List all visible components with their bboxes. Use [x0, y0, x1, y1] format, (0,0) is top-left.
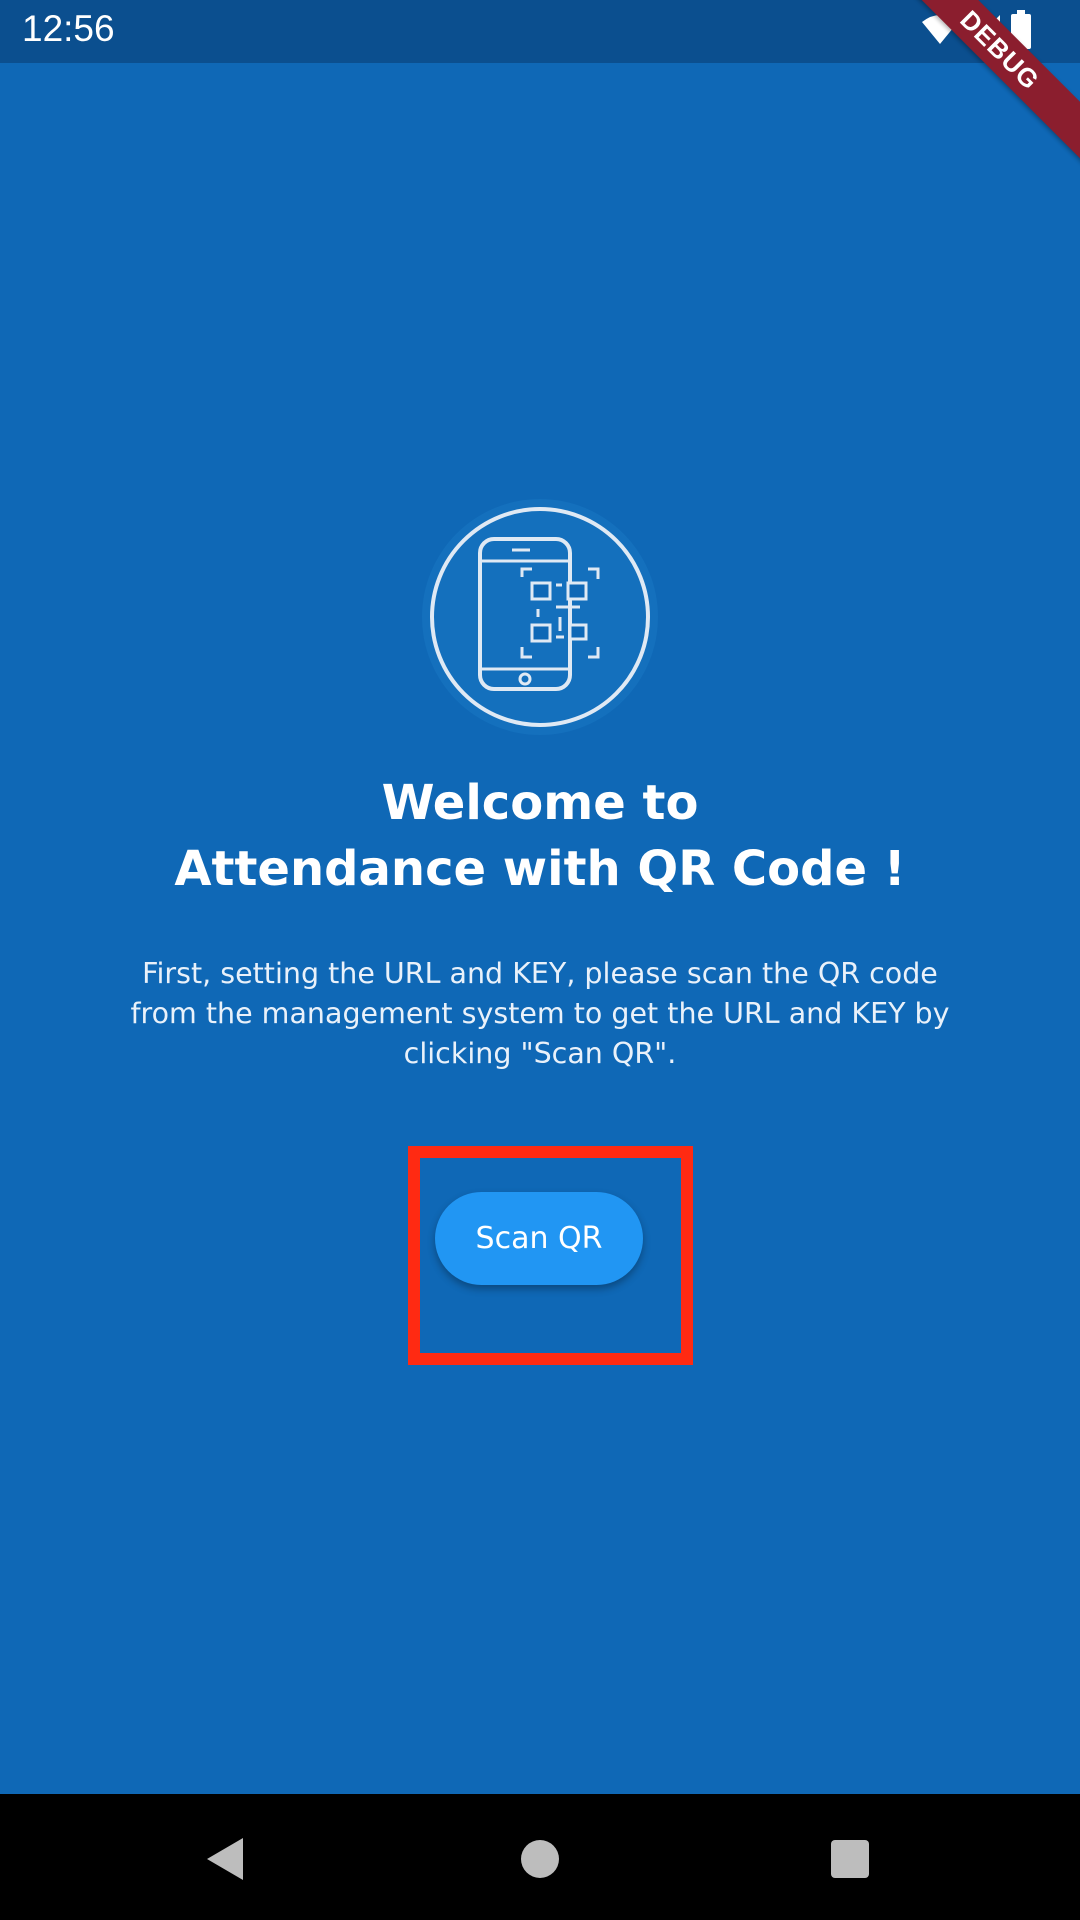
- instructions-text: First, setting the URL and KEY, please s…: [130, 957, 950, 1070]
- home-button[interactable]: [505, 1824, 575, 1894]
- welcome-title-line1: Welcome to: [381, 775, 699, 831]
- app-screen: 12:56 DEBUG Welcome to Attendance with Q…: [0, 0, 1080, 1920]
- scan-qr-button[interactable]: Scan QR: [435, 1192, 643, 1285]
- status-bar: 12:56: [0, 0, 1080, 63]
- back-button[interactable]: [190, 1824, 260, 1894]
- navigation-bar: [0, 1794, 1080, 1920]
- welcome-title-line2: Attendance with QR Code !: [174, 841, 906, 897]
- status-time: 12:56: [22, 8, 115, 49]
- qr-phone-logo-icon: [420, 497, 660, 737]
- back-triangle-icon: [207, 1838, 243, 1880]
- recents-square-icon: [831, 1840, 869, 1878]
- welcome-title: Welcome to Attendance with QR Code !: [0, 770, 1080, 902]
- home-circle-icon: [521, 1840, 559, 1878]
- recents-button[interactable]: [815, 1824, 885, 1894]
